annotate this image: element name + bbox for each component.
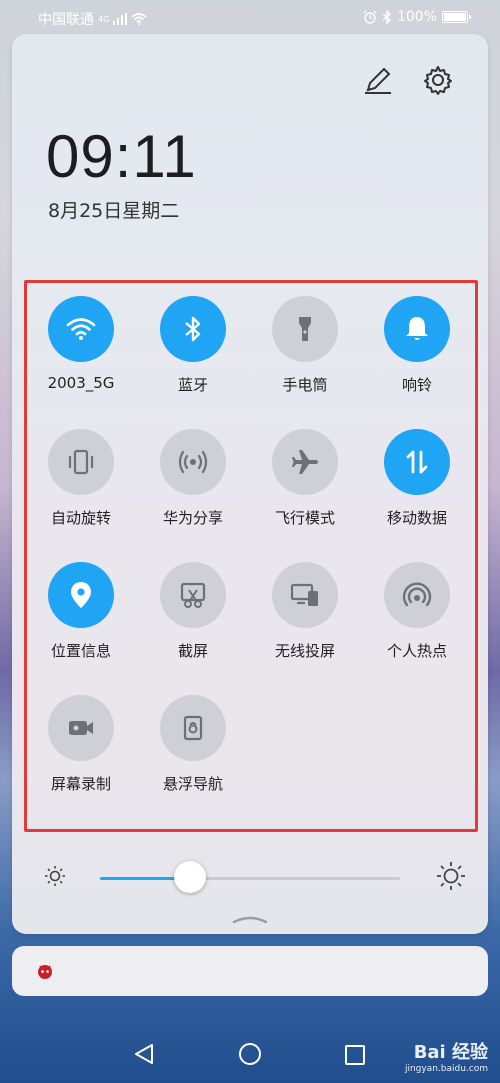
tile-label: 移动数据	[386, 509, 447, 527]
tile-screenshot[interactable]: 截屏	[148, 562, 238, 661]
bluetooth-icon	[176, 312, 210, 346]
status-right: 100%	[363, 9, 471, 25]
home-icon[interactable]	[238, 1042, 262, 1066]
share-icon	[176, 445, 210, 479]
wifi-icon	[64, 312, 98, 346]
back-icon[interactable]	[132, 1042, 156, 1066]
tile-label: 飞行模式	[274, 509, 335, 527]
tile-toggle[interactable]	[384, 429, 450, 495]
notification-card[interactable]	[12, 946, 488, 996]
carrier-label: 中国联通	[38, 12, 94, 28]
network-type: 4G	[98, 14, 110, 24]
tile-share[interactable]: 华为分享	[148, 429, 238, 528]
bluetooth-status-icon	[382, 10, 391, 24]
tile-location[interactable]: 位置信息	[36, 562, 126, 661]
tile-toggle[interactable]	[48, 429, 114, 495]
bell-icon	[400, 312, 434, 346]
antutu-app-icon	[38, 965, 52, 979]
tile-label: 截屏	[177, 642, 208, 660]
gear-icon[interactable]	[422, 64, 454, 96]
float-nav-icon	[176, 711, 210, 745]
flashlight-icon	[288, 312, 322, 346]
tile-screen-record[interactable]: 屏幕录制	[36, 695, 126, 794]
tile-label: 华为分享	[162, 509, 223, 527]
battery-percent: 100%	[396, 9, 437, 25]
tile-toggle[interactable]	[48, 296, 114, 362]
brightness-slider-knob[interactable]	[174, 861, 206, 893]
tile-label: 手电筒	[282, 376, 328, 394]
recent-apps-icon[interactable]	[344, 1044, 366, 1066]
location-icon	[64, 578, 98, 612]
tile-label: 无线投屏	[274, 642, 335, 660]
tile-bluetooth[interactable]: 蓝牙	[148, 296, 238, 395]
tile-hotspot[interactable]: 个人热点	[372, 562, 462, 661]
brightness-slider-track[interactable]	[100, 877, 400, 880]
tile-airplane[interactable]: 飞行模式	[260, 429, 350, 528]
tile-flashlight[interactable]: 手电筒	[260, 296, 350, 395]
brightness-control	[36, 857, 466, 897]
watermark-main: Bai 经验	[413, 1042, 488, 1063]
tile-label: 响铃	[401, 376, 432, 394]
tile-label: 蓝牙	[177, 376, 208, 394]
tile-toggle[interactable]	[272, 296, 338, 362]
tile-wifi[interactable]: 2003_5G	[36, 296, 126, 392]
tile-label: 悬浮导航	[162, 775, 223, 793]
tile-toggle[interactable]	[272, 562, 338, 628]
cast-icon	[288, 578, 322, 612]
watermark: Bai 经验 jingyan.baidu.com	[405, 1038, 488, 1074]
brightness-high-icon	[437, 862, 465, 890]
tile-label: 个人热点	[386, 642, 447, 660]
screenshot-icon	[176, 578, 210, 612]
tile-cast[interactable]: 无线投屏	[260, 562, 350, 661]
hotspot-icon	[400, 578, 434, 612]
tile-toggle[interactable]	[384, 296, 450, 362]
tile-toggle[interactable]	[48, 562, 114, 628]
tile-toggle[interactable]	[272, 429, 338, 495]
clock-time: 09:11	[46, 123, 197, 190]
brightness-low-icon	[45, 866, 65, 886]
control-panel: 09:11 8月25日星期二 2003_5G 蓝牙 手电筒 响铃自动旋转 华为分享 飞行模…	[12, 34, 488, 934]
navigation-bar: Bai 经验 jingyan.baidu.com	[0, 1028, 500, 1083]
status-left: 中国联通 4G	[38, 9, 147, 29]
watermark-sub: jingyan.baidu.com	[404, 1064, 488, 1074]
alarm-icon	[363, 10, 377, 24]
tile-bell[interactable]: 响铃	[372, 296, 462, 395]
tile-toggle[interactable]	[160, 429, 226, 495]
tile-toggle[interactable]	[48, 695, 114, 761]
tile-toggle[interactable]	[160, 562, 226, 628]
mobile-data-icon	[400, 445, 434, 479]
tile-rotate[interactable]: 自动旋转	[36, 429, 126, 528]
tile-toggle[interactable]	[384, 562, 450, 628]
tile-float-nav[interactable]: 悬浮导航	[148, 695, 238, 794]
tile-mobile-data[interactable]: 移动数据	[372, 429, 462, 528]
tile-label: 自动旋转	[50, 509, 111, 527]
panel-collapse-handle[interactable]	[230, 914, 270, 924]
battery-icon	[442, 11, 471, 23]
screen-record-icon	[64, 711, 98, 745]
clock-date: 8月25日星期二	[48, 200, 180, 222]
tile-label: 2003_5G	[47, 374, 115, 392]
signal-icon	[113, 13, 128, 25]
tile-toggle[interactable]	[160, 296, 226, 362]
edit-icon[interactable]	[362, 64, 394, 96]
status-bar: 中国联通 4G 100%	[0, 0, 500, 34]
tile-toggle[interactable]	[160, 695, 226, 761]
wifi-status-icon	[131, 13, 147, 25]
rotate-icon	[64, 445, 98, 479]
tile-label: 位置信息	[50, 642, 111, 660]
airplane-icon	[288, 445, 322, 479]
tile-label: 屏幕录制	[50, 775, 111, 793]
